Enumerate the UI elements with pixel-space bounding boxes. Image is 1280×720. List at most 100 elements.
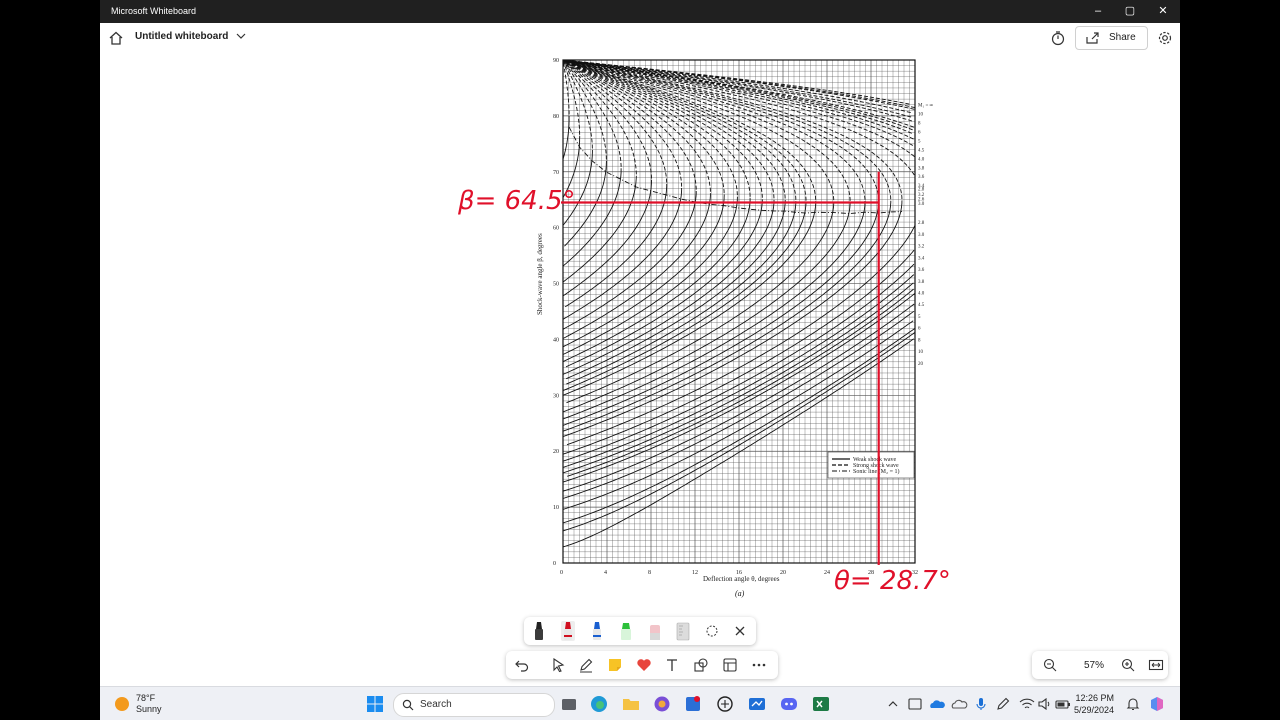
home-icon[interactable] [108, 30, 124, 46]
close-tray-icon[interactable] [733, 621, 747, 641]
zoom-control: 57% [1032, 651, 1168, 679]
minimize-button[interactable]: – [1090, 3, 1106, 19]
color-app-icon[interactable] [653, 695, 671, 713]
sticky-note-icon[interactable] [607, 657, 623, 673]
x-tick-label: 12 [692, 570, 698, 576]
x-tick-label: 8 [648, 570, 651, 576]
pen-menu-icon[interactable] [994, 695, 1012, 713]
mach-label: 4.0 [918, 291, 925, 296]
more-icon[interactable] [751, 657, 767, 673]
document-title[interactable]: Untitled whiteboard [135, 31, 228, 42]
snipping-tool-icon[interactable] [684, 695, 702, 713]
chevron-up-icon[interactable] [884, 695, 902, 713]
pen-tool-icon[interactable] [578, 657, 594, 673]
blue-pen-icon[interactable] [590, 621, 604, 641]
zoom-value[interactable]: 57% [1084, 660, 1104, 671]
weak-shock-curve [562, 194, 725, 348]
onedrive-icon[interactable] [928, 695, 946, 713]
weak-shock-curve [562, 201, 879, 426]
chart-caption: (a) [735, 589, 745, 598]
weak-shock-curve [562, 249, 915, 455]
whiteboard-window: Microsoft Whiteboard – ▢ ✕ Untitled whit… [100, 0, 1180, 720]
chevron-down-icon[interactable] [236, 30, 246, 42]
chatgpt-icon[interactable] [716, 695, 734, 713]
share-button[interactable]: Share [1075, 26, 1148, 50]
weak-shock-curve [565, 199, 763, 368]
timer-icon[interactable] [1050, 30, 1066, 46]
legend-sonic: Sonic line (M₂ = 1) [853, 468, 899, 475]
zoom-in-icon[interactable] [1120, 657, 1136, 673]
zoom-out-icon[interactable] [1042, 657, 1058, 673]
y-axis-label: Shock-wave angle β, degrees [536, 233, 544, 315]
close-button[interactable]: ✕ [1155, 3, 1171, 19]
y-tick-label: 80 [553, 114, 559, 120]
weak-shock-curve [562, 263, 915, 462]
strong-shock-curve [567, 60, 851, 201]
reactions-icon[interactable] [636, 657, 652, 673]
battery-icon[interactable] [1054, 695, 1072, 713]
y-tick-label: 70 [553, 170, 559, 176]
text-icon[interactable] [664, 657, 680, 673]
mach-label: 3.0 [918, 202, 925, 207]
fit-to-screen-icon[interactable] [1148, 657, 1164, 673]
start-icon[interactable] [366, 695, 384, 713]
chart-legend: Weak shock wave Strong shock wave Sonic … [827, 451, 915, 479]
clock[interactable]: 12:26 PM 5/29/2024 [1074, 692, 1114, 716]
mach-label: 4.0 [918, 157, 925, 162]
window-title: Microsoft Whiteboard [111, 6, 197, 16]
y-tick-label: 50 [553, 282, 559, 288]
excel-icon[interactable] [812, 695, 830, 713]
weak-shock-curve [562, 115, 570, 160]
black-pen-icon[interactable] [532, 621, 546, 641]
mach-label: 3.8 [918, 166, 925, 171]
share-label: Share [1109, 32, 1136, 43]
undo-icon[interactable] [514, 657, 530, 673]
beta-annotation: β= 64.5° [458, 186, 576, 216]
mach-label: 6 [918, 327, 921, 332]
share-icon [1086, 32, 1099, 44]
sun-icon [115, 697, 129, 711]
cloud-icon[interactable] [950, 695, 968, 713]
lasso-icon[interactable] [705, 621, 719, 641]
mach-label: 2.8 [918, 188, 925, 193]
title-bar: Microsoft Whiteboard – ▢ ✕ [100, 0, 1180, 23]
green-highlighter-icon[interactable] [619, 621, 633, 641]
eraser-icon[interactable] [648, 621, 662, 641]
mach-label: 3.6 [918, 175, 925, 180]
clock-time: 12:26 PM [1075, 693, 1115, 703]
tray-app-icon[interactable] [906, 695, 924, 713]
copilot-icon[interactable] [1148, 695, 1166, 713]
gear-icon[interactable] [1157, 30, 1173, 46]
task-view-icon[interactable] [560, 695, 578, 713]
mach-label: 10 [918, 350, 924, 355]
mach-label: 3.8 [918, 280, 925, 285]
wifi-icon[interactable] [1018, 695, 1036, 713]
red-pen-icon[interactable] [561, 621, 575, 641]
weather-desc: Sunny [136, 704, 162, 714]
weak-shock-curve [562, 201, 866, 420]
volume-icon[interactable] [1036, 695, 1054, 713]
strong-shock-curve [564, 60, 697, 190]
mach-label: 6 [918, 131, 921, 136]
taskbar: 78°F Sunny Search 12:26 PM 5/29/2024 [100, 686, 1180, 720]
weather-widget[interactable]: 78°F Sunny [114, 692, 174, 716]
x-axis-label: Deflection angle θ, degrees [703, 575, 780, 583]
edge-icon[interactable] [590, 695, 608, 713]
whiteboard-icon[interactable] [748, 695, 766, 713]
shapes-icon[interactable] [693, 657, 709, 673]
microphone-icon[interactable] [972, 695, 990, 713]
mach-label: 4.5 [918, 148, 925, 153]
notification-bell-icon[interactable] [1124, 695, 1142, 713]
select-icon[interactable] [550, 657, 566, 673]
file-explorer-icon[interactable] [622, 695, 640, 713]
weather-temp: 78°F [136, 693, 156, 703]
templates-icon[interactable] [722, 657, 738, 673]
discord-icon[interactable] [780, 695, 798, 713]
maximize-button[interactable]: ▢ [1122, 3, 1138, 19]
y-tick-label: 20 [553, 449, 559, 455]
y-tick-label: 40 [553, 337, 559, 343]
ruler-icon[interactable] [676, 621, 690, 641]
taskbar-search[interactable]: Search [393, 693, 555, 717]
create-toolbar [506, 651, 778, 679]
theta-annotation: θ= 28.7° [834, 566, 951, 596]
